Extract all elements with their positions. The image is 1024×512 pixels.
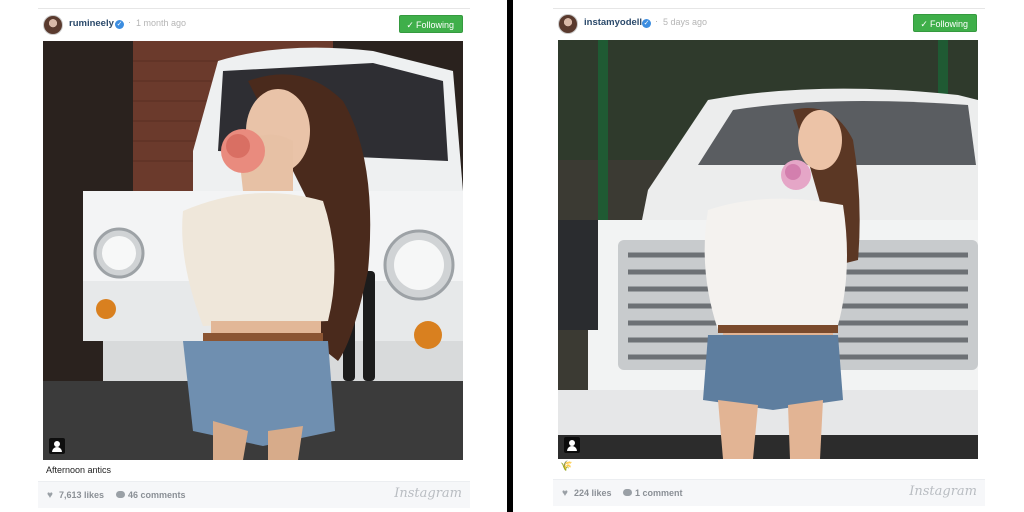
checkmark-icon: ✓ xyxy=(920,19,928,29)
comments-count[interactable]: 46 comments xyxy=(128,490,186,500)
post-photo[interactable] xyxy=(43,41,463,460)
heart-icon[interactable]: ♥ xyxy=(562,488,568,499)
likes-count[interactable]: 7,613 likes xyxy=(59,490,104,500)
avatar[interactable] xyxy=(43,15,63,35)
tagged-people-icon[interactable] xyxy=(49,438,65,454)
post-timestamp[interactable]: 1 month ago xyxy=(136,18,186,28)
separator-dot: · xyxy=(128,17,131,27)
card-top-border xyxy=(38,8,470,9)
following-label: Following xyxy=(929,19,968,29)
post-timestamp[interactable]: 5 days ago xyxy=(663,17,707,27)
heart-icon[interactable]: ♥ xyxy=(47,490,53,501)
panel-divider xyxy=(507,0,513,512)
instagram-post-card: instamyodell ✓ · 5 days ago ✓Following xyxy=(553,0,985,512)
tagged-people-icon[interactable] xyxy=(564,437,580,453)
verified-badge-icon: ✓ xyxy=(642,19,651,28)
photo-illustration xyxy=(558,40,978,459)
post-header: instamyodell ✓ · 5 days ago ✓ Following xyxy=(553,11,985,37)
following-label: Following xyxy=(415,20,454,30)
instagram-post-card: rumineely ✓ · 1 month ago ✓ Following Af… xyxy=(38,0,470,512)
card-top-border xyxy=(553,8,985,9)
following-button[interactable]: ✓ Following xyxy=(399,15,463,33)
post-photo[interactable] xyxy=(558,40,978,459)
instagram-logo[interactable]: Instagram xyxy=(394,486,462,501)
post-header: rumineely ✓ · 1 month ago ✓ Following xyxy=(38,12,470,38)
username-link[interactable]: instamyodell xyxy=(584,17,642,28)
checkmark-icon: ✓ xyxy=(406,20,414,30)
caption-emoji: 🌾 xyxy=(560,461,573,472)
following-button[interactable]: ✓ Following xyxy=(913,14,977,32)
username-link[interactable]: rumineely xyxy=(69,18,114,29)
likes-count[interactable]: 224 likes xyxy=(574,488,612,498)
post-caption: Afternoon antics xyxy=(46,465,112,475)
comment-bubble-icon[interactable] xyxy=(116,491,125,498)
photo-illustration xyxy=(43,41,463,460)
instagram-logo[interactable]: Instagram xyxy=(909,484,977,499)
comment-bubble-icon[interactable] xyxy=(623,489,632,496)
comments-count[interactable]: 1 comment xyxy=(635,488,683,498)
post-footer: ♥ 7,613 likes 46 comments Instagram xyxy=(38,481,470,508)
separator-dot: · xyxy=(655,16,658,26)
post-footer: ♥ 224 likes 1 comment Instagram xyxy=(553,479,985,506)
verified-badge-icon: ✓ xyxy=(115,20,124,29)
avatar[interactable] xyxy=(558,14,578,34)
